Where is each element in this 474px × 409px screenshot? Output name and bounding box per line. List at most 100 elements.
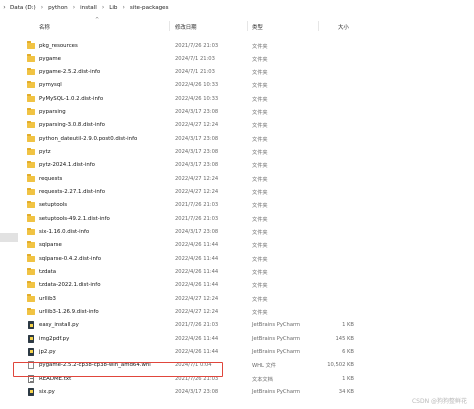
modified-date: 2022/4/27 12:24: [175, 175, 219, 182]
file-row[interactable]: six.py 2024/3/17 23:08 JetBrains PyCharm 34…: [0, 386, 474, 399]
folder-row[interactable]: sqlparse-0.4.2.dist-info 2022/4/26 11:44 文…: [0, 253, 474, 266]
folder-row[interactable]: tzdata 2022/4/26 11:44 文件夹: [0, 266, 474, 279]
file-type: JetBrains PyCharm: [252, 388, 301, 395]
modified-date: 2022/4/27 12:24: [175, 295, 219, 302]
folder-icon: [27, 294, 35, 303]
folder-row[interactable]: urllib3 2022/4/27 12:24 文件夹: [0, 293, 474, 306]
file-size: 6 KB: [342, 348, 354, 355]
file-name: requests-2.27.1.dist-info: [39, 189, 106, 196]
modified-date: 2021/7/26 21:03: [175, 42, 219, 49]
folder-row[interactable]: pymysql 2022/4/26 10:33 文件夹: [0, 79, 474, 92]
file-type: JetBrains PyCharm: [252, 335, 301, 342]
folder-icon: [27, 134, 35, 143]
folder-row[interactable]: urllib3-1.26.9.dist-info 2022/4/27 12:24 文…: [0, 306, 474, 319]
folder-row[interactable]: pytz-2024.1.dist-info 2024/3/17 23:08 文件夹: [0, 159, 474, 172]
file-row[interactable]: README.txt 2021/7/26 21:03 文本文档 1 KB: [0, 373, 474, 386]
file-row[interactable]: img2pdf.py 2022/4/26 11:44 JetBrains PyCha…: [0, 333, 474, 346]
modified-date: 2022/4/26 11:44: [175, 255, 219, 262]
modified-date: 2022/4/27 12:24: [175, 189, 219, 196]
modified-date: 2022/4/27 12:24: [175, 308, 219, 315]
file-name: six.py: [39, 388, 55, 395]
file-type: 文件夹: [252, 269, 268, 276]
folder-icon: [27, 54, 35, 63]
file-size: 10,502 KB: [327, 362, 354, 369]
file-name: pyparsing: [39, 109, 66, 116]
modified-date: 2024/3/17 23:08: [175, 149, 219, 156]
file-name: setuptools: [39, 202, 68, 209]
file-type: 文件夹: [252, 56, 268, 63]
folder-row[interactable]: setuptools-49.2.1.dist-info 2021/7/26 21:…: [0, 213, 474, 226]
file-type: 文件夹: [252, 163, 268, 170]
file-type: 文件夹: [252, 190, 268, 197]
file-name: easy_install.py: [39, 322, 79, 329]
folder-icon: [27, 174, 35, 183]
file-name: pytz: [39, 149, 51, 156]
file-row[interactable]: jp2.py 2022/4/26 11:44 JetBrains PyCharm 6 …: [0, 346, 474, 359]
folder-icon: [27, 160, 35, 169]
modified-date: 2024/7/1 0:04: [175, 362, 212, 369]
file-row[interactable]: pygame-2.5.2-cp38-cp38-win_amd64.whl 2024…: [0, 359, 474, 372]
folder-icon: [27, 187, 35, 196]
python-file-icon: [27, 321, 35, 330]
modified-date: 2021/7/26 21:03: [175, 322, 219, 329]
folder-icon: [27, 200, 35, 209]
folder-row[interactable]: sqlparse 2022/4/26 11:44 文件夹: [0, 239, 474, 252]
folder-row[interactable]: pyparsing 2024/3/17 23:08 文件夹: [0, 106, 474, 119]
modified-date: 2022/4/26 11:44: [175, 348, 219, 355]
python-file-icon: [27, 334, 35, 343]
file-type: 文件夹: [252, 123, 268, 130]
file-type: 文件夹: [252, 136, 268, 143]
file-list: pkg_resources 2021/7/26 21:03 文件夹 pygame 202…: [0, 0, 474, 409]
folder-row[interactable]: requests 2022/4/27 12:24 文件夹: [0, 173, 474, 186]
folder-icon: [27, 214, 35, 223]
modified-date: 2022/4/26 11:44: [175, 335, 219, 342]
folder-icon: [27, 280, 35, 289]
file-size: 1 KB: [342, 322, 354, 329]
file-name: pygame-2.5.2.dist-info: [39, 69, 101, 76]
file-name: pkg_resources: [39, 42, 78, 49]
folder-icon: [27, 107, 35, 116]
file-type: 文件夹: [252, 70, 268, 77]
folder-icon: [27, 254, 35, 263]
folder-row[interactable]: tzdata-2022.1.dist-info 2022/4/26 11:44 文件…: [0, 279, 474, 292]
folder-row[interactable]: pygame-2.5.2.dist-info 2024/7/1 21:03 文件夹: [0, 66, 474, 79]
modified-date: 2024/3/17 23:08: [175, 135, 219, 142]
file-name: pymysql: [39, 82, 62, 89]
file-type: 文件夹: [252, 43, 268, 50]
file-name: tzdata: [39, 268, 57, 275]
folder-icon: [27, 41, 35, 50]
modified-date: 2021/7/26 21:03: [175, 215, 219, 222]
file-name: setuptools-49.2.1.dist-info: [39, 215, 110, 222]
file-name: six-1.16.0.dist-info: [39, 228, 90, 235]
file-row[interactable]: easy_install.py 2021/7/26 21:03 JetBrains …: [0, 319, 474, 332]
file-type: 文件夹: [252, 216, 268, 223]
modified-date: 2021/7/26 21:03: [175, 375, 219, 382]
folder-row[interactable]: PyMySQL-1.0.2.dist-info 2022/4/26 10:33 文件…: [0, 93, 474, 106]
modified-date: 2024/7/1 21:03: [175, 55, 215, 62]
folder-row[interactable]: pyparsing-3.0.8.dist-info 2022/4/27 12:24…: [0, 119, 474, 132]
folder-icon: [27, 227, 35, 236]
modified-date: 2024/7/1 21:03: [175, 69, 215, 76]
file-type: 文件夹: [252, 96, 268, 103]
file-type: 文件夹: [252, 203, 268, 210]
modified-date: 2022/4/26 11:44: [175, 282, 219, 289]
folder-row[interactable]: python_dateutil-2.9.0.post0.dist-info 202…: [0, 133, 474, 146]
folder-row[interactable]: six-1.16.0.dist-info 2024/3/17 23:08 文件夹: [0, 226, 474, 239]
file-name: img2pdf.py: [39, 335, 70, 342]
file-type: 文件夹: [252, 296, 268, 303]
folder-icon: [27, 121, 35, 129]
folder-row[interactable]: requests-2.27.1.dist-info 2022/4/27 12:24…: [0, 186, 474, 199]
modified-date: 2021/7/26 21:03: [175, 202, 219, 209]
folder-row[interactable]: pytz 2024/3/17 23:08 文件夹: [0, 146, 474, 159]
folder-row[interactable]: pygame 2024/7/1 21:03 文件夹: [0, 53, 474, 66]
folder-row[interactable]: setuptools 2021/7/26 21:03 文件夹: [0, 199, 474, 212]
file-size: 1 KB: [342, 375, 354, 382]
file-size: 145 KB: [335, 335, 354, 342]
watermark: CSDN @狗狗整鲜花: [411, 398, 467, 405]
folder-icon: [27, 67, 35, 76]
file-name: sqlparse: [39, 242, 62, 249]
file-name: pytz-2024.1.dist-info: [39, 162, 95, 169]
file-type: 文件夹: [252, 283, 268, 290]
folder-row[interactable]: pkg_resources 2021/7/26 21:03 文件夹: [0, 40, 474, 53]
file-type: JetBrains PyCharm: [252, 348, 301, 355]
